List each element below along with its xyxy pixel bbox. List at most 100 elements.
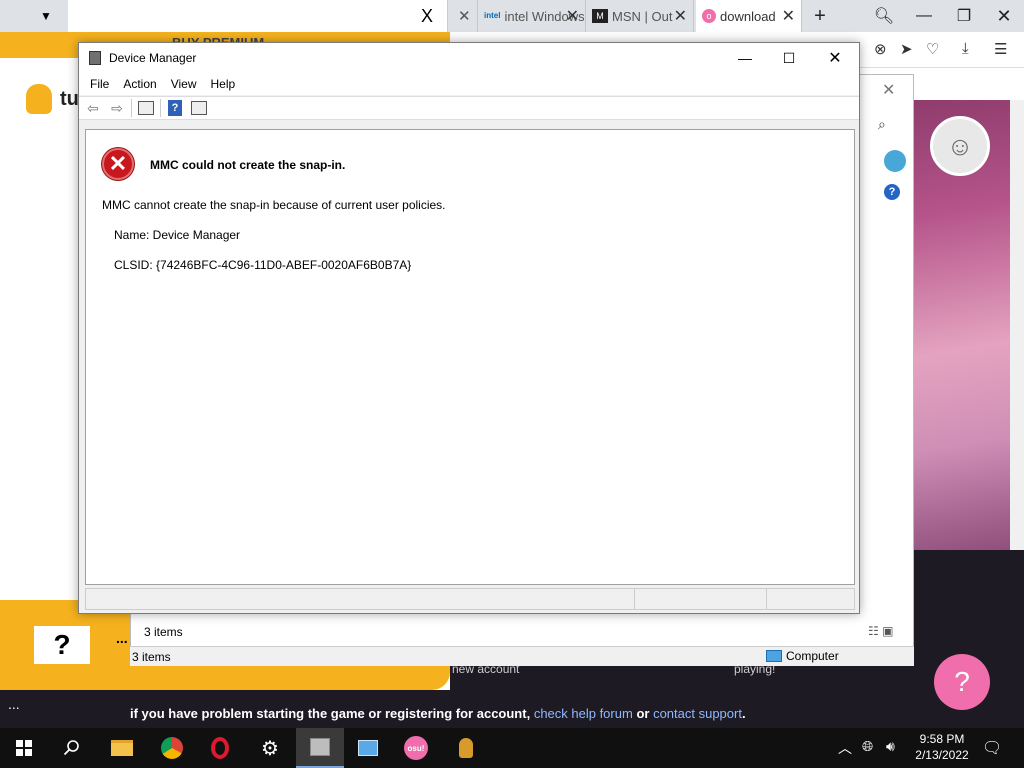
vpn-button[interactable] <box>442 728 490 768</box>
avatar[interactable]: ☺ <box>930 116 990 176</box>
file-explorer-button[interactable] <box>98 728 146 768</box>
items-count: 3 items <box>144 625 183 639</box>
help-end: . <box>741 706 746 721</box>
volume-icon[interactable]: 🔊︎ <box>886 738 895 755</box>
close-icon[interactable]: ✕ <box>782 6 795 26</box>
chevron-down-icon: ▼ <box>40 9 52 23</box>
minimize-icon: — <box>916 7 932 24</box>
device-manager-taskbar-button[interactable] <box>296 728 344 768</box>
notification-icon[interactable]: 🗨︎ <box>982 738 1002 758</box>
close-icon: ✕ <box>458 8 471 25</box>
details-view-icon[interactable]: ☷ <box>868 624 879 638</box>
device-manager-icon <box>310 738 330 756</box>
new-tab-button[interactable]: + <box>802 4 838 28</box>
globe-icon[interactable] <box>884 150 906 172</box>
heart-icon[interactable]: ♡ <box>926 40 939 58</box>
computer-icon <box>766 650 782 662</box>
download-icon[interactable]: ⤓ <box>962 40 969 57</box>
intel-icon: intel <box>484 11 501 20</box>
explorer-close-icon[interactable]: ✕ <box>882 80 895 100</box>
maximize-icon: ☐ <box>782 49 796 66</box>
close-icon[interactable]: ✕ <box>566 6 579 26</box>
settings-button[interactable]: ⚙ <box>246 728 294 768</box>
tab-download[interactable]: o download ✕ <box>696 0 802 32</box>
clock-date: 2/13/2022 <box>915 748 969 762</box>
lock-icon <box>459 738 473 758</box>
minimize-icon: — <box>738 50 752 66</box>
help-line: if you have problem starting the game or… <box>130 706 746 721</box>
clock-time: 9:58 PM <box>919 732 965 746</box>
close-icon: ✕ <box>996 5 1012 26</box>
minimize-button[interactable]: — <box>725 47 765 69</box>
minimize-button[interactable]: — <box>906 4 942 28</box>
system-clock[interactable]: 9:58 PM 2/13/2022 <box>910 731 974 763</box>
plus-icon: + <box>814 4 826 27</box>
help-icon[interactable]: ? <box>884 184 900 200</box>
chevron-up-icon[interactable]: ︿ <box>838 738 852 758</box>
title-bar[interactable]: Device Manager — ☐ ✕ <box>79 43 859 73</box>
opera-button[interactable] <box>196 728 244 768</box>
osu-button[interactable]: osu! <box>392 728 440 768</box>
chrome-button[interactable] <box>148 728 196 768</box>
close-button[interactable]: ✕ <box>815 47 855 69</box>
folder-icon <box>111 740 133 756</box>
error-panel: ✕ MMC could not create the snap-in. MMC … <box>85 129 855 585</box>
status-items-count: 3 items <box>132 650 171 664</box>
network-icon[interactable]: 🌐︎ <box>862 738 873 755</box>
help-icon[interactable]: ? <box>168 100 182 116</box>
windows-logo-icon <box>16 740 32 756</box>
tab-label: MSN | Out <box>612 8 673 24</box>
menu-view[interactable]: View <box>164 73 204 95</box>
control-panel-icon <box>358 740 378 756</box>
help-forum-link[interactable]: check help forum <box>534 706 633 721</box>
error-x-icon: ✕ <box>102 148 134 180</box>
properties-icon[interactable] <box>191 101 207 115</box>
status-location: Computer <box>766 649 839 663</box>
send-icon[interactable]: ➤ <box>900 40 913 58</box>
tab-intel[interactable]: intel intel Windows ✕ <box>478 0 586 32</box>
tab-current[interactable]: X <box>68 0 448 32</box>
show-hide-tree-icon[interactable] <box>138 101 154 115</box>
error-title: MMC could not create the snap-in. <box>150 158 346 172</box>
help-float-button[interactable]: ? <box>934 654 990 710</box>
toolbar-separator <box>131 99 132 117</box>
menu-file[interactable]: File <box>83 73 116 95</box>
restore-icon: ❐ <box>956 8 972 25</box>
control-panel-button[interactable] <box>344 728 392 768</box>
explorer-status-bar: 3 items Computer <box>130 646 914 666</box>
more-dots[interactable]: ... <box>116 630 128 646</box>
gear-icon: ⚙ <box>261 737 279 760</box>
status-segment <box>634 589 766 609</box>
menu-dots[interactable]: ... <box>8 696 20 712</box>
status-bar <box>85 588 855 610</box>
contact-support-link[interactable]: contact support <box>653 706 742 721</box>
restore-button[interactable]: ❐ <box>946 4 982 28</box>
forward-arrow-icon[interactable]: ⇨ <box>107 99 127 117</box>
close-icon[interactable]: ✕ <box>674 6 687 26</box>
tiles-view-icon[interactable]: ▣ <box>882 624 893 638</box>
tab-close-icon[interactable]: X <box>421 6 433 27</box>
location-label: Computer <box>786 649 839 663</box>
menu-action[interactable]: Action <box>116 73 163 95</box>
device-manager-icon <box>89 51 101 65</box>
search-tabs-button[interactable]: 🔍︎ <box>866 4 902 28</box>
menu-help[interactable]: Help <box>204 73 243 95</box>
tab-list-button[interactable]: ▼ <box>26 4 66 28</box>
chrome-icon <box>161 737 183 759</box>
settings-icon[interactable]: ☰ <box>994 40 1007 58</box>
view-toggle[interactable]: ☷ ▣ <box>868 624 893 638</box>
maximize-button[interactable]: ☐ <box>769 47 809 69</box>
back-arrow-icon[interactable]: ⇦ <box>83 99 103 117</box>
help-box[interactable]: ? <box>34 626 90 664</box>
tab-label: download <box>720 8 776 24</box>
search-button[interactable] <box>48 728 96 768</box>
tab-msn[interactable]: M MSN | Out ✕ <box>586 0 694 32</box>
close-icon: ✕ <box>828 50 842 67</box>
blocker-icon[interactable]: ⊗ <box>874 40 887 58</box>
browser-tab-bar: ▼ X ✕ intel intel Windows ✕ M MSN | Out … <box>0 0 1024 32</box>
osu-icon: osu! <box>404 736 428 760</box>
search-icon[interactable]: ⌕ <box>878 116 886 133</box>
tab-close-small[interactable]: ✕ <box>452 0 478 32</box>
close-button[interactable]: ✕ <box>986 4 1022 28</box>
start-button[interactable] <box>0 728 48 768</box>
